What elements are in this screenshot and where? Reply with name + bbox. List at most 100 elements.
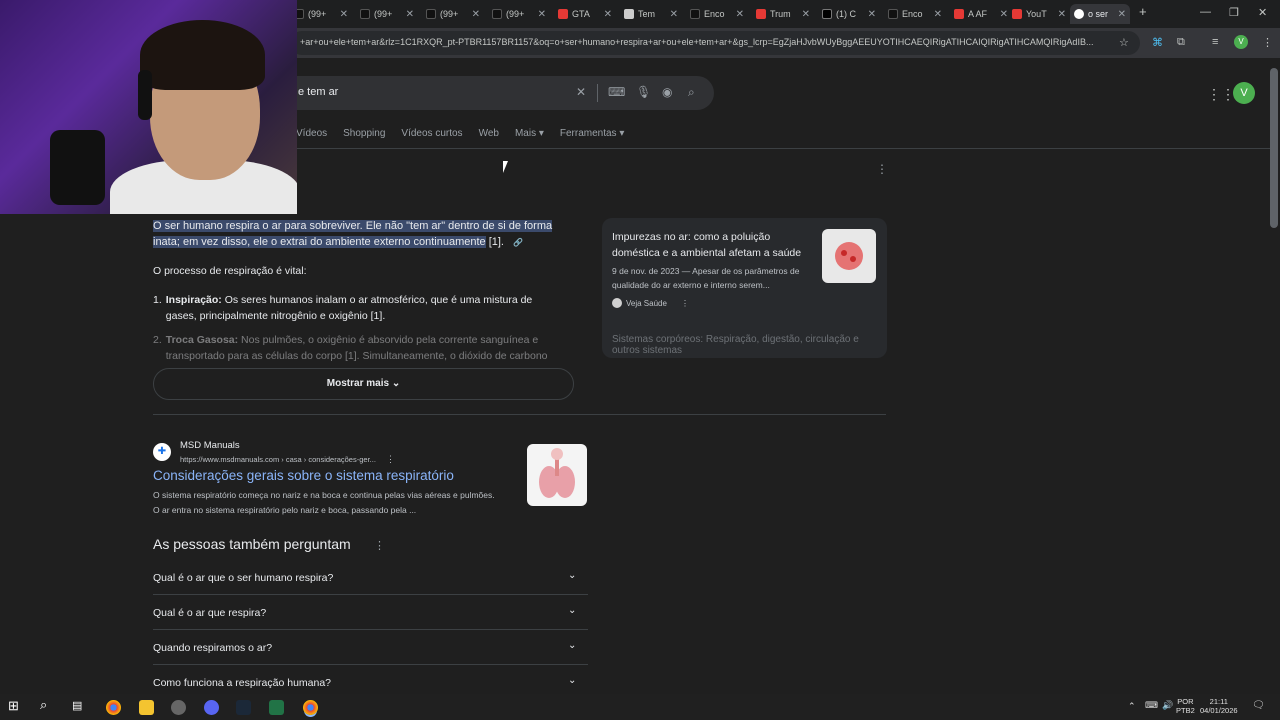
clock[interactable]: 21:11 04/01/2026 (1200, 697, 1238, 715)
menu-icon[interactable]: ⋮ (1262, 36, 1273, 49)
result-site-name: MSD Manuals (180, 440, 240, 451)
more-options-icon[interactable]: ⋮ (876, 162, 888, 176)
microphone-icon[interactable]: 🎙 (636, 85, 651, 99)
browser-tab[interactable]: (99+ ✕ (422, 4, 484, 24)
close-icon[interactable]: ✕ (934, 9, 942, 20)
close-icon[interactable]: ✕ (802, 9, 810, 20)
browser-tab[interactable]: Enco ✕ (884, 4, 946, 24)
scrollbar[interactable] (1270, 68, 1278, 228)
close-icon[interactable]: ✕ (1000, 9, 1008, 20)
next-source[interactable]: Sistemas corpóreos: Respiração, digestão… (612, 334, 887, 356)
tiktok-icon (888, 9, 898, 19)
youtube-icon (756, 9, 766, 19)
tab-tools[interactable]: Ferramentas ▾ (560, 128, 624, 139)
excel-icon[interactable] (269, 700, 284, 715)
close-icon[interactable]: ✕ (538, 9, 546, 20)
close-icon[interactable]: ✕ (406, 9, 414, 20)
tab-videos[interactable]: Vídeos (296, 128, 327, 139)
close-icon[interactable]: ✕ (340, 9, 348, 20)
browser-tab[interactable]: (99+ ✕ (488, 4, 550, 24)
close-icon[interactable]: ✕ (1118, 9, 1126, 20)
windows-start-icon[interactable]: ⊞ (8, 698, 23, 713)
more-options-icon[interactable]: ⋮ (374, 539, 385, 552)
paa-question[interactable]: Quando respiramos o ar? ⌄ (153, 630, 588, 665)
browser-tab[interactable]: Trum ✕ (752, 4, 814, 24)
close-icon[interactable]: ✕ (868, 9, 876, 20)
youtube-icon (1012, 9, 1022, 19)
link-icon[interactable]: 🔗 (513, 238, 523, 247)
steam-icon[interactable] (236, 700, 251, 715)
search-input[interactable]: e tem ar (298, 86, 338, 98)
task-view-icon[interactable]: ▤ (72, 699, 87, 714)
browser-tab[interactable]: (1) C ✕ (818, 4, 880, 24)
more-icon[interactable]: ⋮ (681, 299, 689, 308)
browser-tab[interactable]: GTA ✕ (554, 4, 616, 24)
browser-tab[interactable]: YouT ✕ (1008, 4, 1070, 24)
chrome-active-icon[interactable] (303, 700, 318, 715)
close-icon[interactable]: ✕ (736, 9, 744, 20)
close-window-button[interactable]: ✕ (1258, 6, 1267, 19)
paa-question[interactable]: Qual é o ar que respira? ⌄ (153, 595, 588, 630)
maximize-button[interactable]: ❐ (1229, 6, 1239, 19)
result-title-link[interactable]: Considerações gerais sobre o sistema res… (153, 468, 454, 483)
search-icon[interactable]: ⌕ (688, 85, 695, 100)
chevron-up-icon[interactable]: ⌃ (1128, 701, 1136, 712)
close-icon[interactable]: ✕ (670, 9, 678, 20)
browser-tab[interactable]: Enco ✕ (686, 4, 748, 24)
keyboard-icon[interactable]: ⌨ (608, 85, 625, 99)
list-item: 2. Troca Gasosa: Nos pulmões, o oxigênio… (153, 334, 548, 362)
puzzle-icon[interactable]: ⧉ (1177, 36, 1185, 49)
webcam-overlay (0, 0, 297, 214)
file-explorer-icon[interactable] (139, 700, 154, 715)
discord-icon[interactable] (204, 700, 219, 715)
network-icon[interactable]: ⌨ (1145, 700, 1158, 711)
language-indicator[interactable]: POR PTB2 (1176, 697, 1195, 715)
camera-icon[interactable]: ◉ (662, 85, 672, 99)
browser-tab[interactable]: (99+ ✕ (290, 4, 352, 24)
source-thumbnail (822, 229, 876, 283)
separator (597, 84, 598, 102)
new-tab-button[interactable]: + (1139, 4, 1147, 19)
list-item: 1. Inspiração: Os seres humanos inalam o… (153, 294, 533, 322)
source-title[interactable]: Impurezas no ar: como a poluição domésti… (612, 229, 812, 261)
x-icon (822, 9, 832, 19)
citation[interactable]: [1]. (486, 236, 504, 248)
volume-icon[interactable]: 🔊 (1162, 700, 1173, 711)
app-icon[interactable] (171, 700, 186, 715)
close-icon[interactable]: ✕ (472, 9, 480, 20)
media-icon[interactable]: ≡ (1212, 36, 1218, 48)
tab-shopping[interactable]: Shopping (343, 128, 385, 139)
close-icon[interactable]: ✕ (604, 9, 612, 20)
chevron-down-icon: ⌄ (568, 675, 577, 686)
tab-more[interactable]: Mais ▾ (515, 128, 544, 139)
chrome-icon[interactable] (106, 700, 121, 715)
apps-grid-icon[interactable]: ⋮⋮ (1207, 86, 1235, 103)
search-box[interactable]: e tem ar ✕ ⌨ 🎙 ◉ ⌕ (260, 76, 714, 110)
extension-translate-icon[interactable]: ⌘ (1152, 36, 1163, 49)
browser-tab-active[interactable]: o ser ✕ (1070, 4, 1130, 24)
windows-taskbar: ⊞ ⌕ ▤ ⌃ ⌨ 🔊 POR PTB2 21:11 04/01/2026 🗨 (0, 694, 1280, 720)
minimize-button[interactable]: — (1200, 6, 1211, 18)
profile-avatar-small[interactable]: V (1234, 35, 1248, 49)
paa-question[interactable]: Qual é o ar que o ser humano respira? ⌄ (153, 560, 588, 595)
search-nav-tabs: Vídeos Shopping Vídeos curtos Web Mais ▾… (296, 128, 624, 139)
source-card[interactable]: Impurezas no ar: como a poluição domésti… (602, 218, 887, 358)
profile-avatar[interactable]: V (1233, 82, 1255, 104)
tab-short-videos[interactable]: Vídeos curtos (401, 128, 462, 139)
star-icon[interactable]: ☆ (1119, 36, 1129, 49)
respiratory-diagram-image[interactable] (527, 444, 587, 506)
search-icon[interactable]: ⌕ (40, 697, 55, 712)
address-bar[interactable]: +ar+ou+ele+tem+ar&rlz=1C1RXQR_pt-PTBR115… (290, 31, 1140, 55)
close-icon[interactable]: ✕ (1058, 9, 1066, 20)
browser-tab[interactable]: (99+ ✕ (356, 4, 418, 24)
show-more-button[interactable]: Mostrar mais ⌄ (153, 368, 574, 400)
tab-web[interactable]: Web (479, 128, 499, 139)
result-url: https://www.msdmanuals.com › casa › cons… (180, 454, 396, 464)
streamer-hair (140, 20, 265, 90)
browser-tab[interactable]: Tem ✕ (620, 4, 682, 24)
more-icon[interactable]: ⋮ (386, 454, 395, 464)
browser-tab[interactable]: A AF ✕ (950, 4, 1012, 24)
clear-icon[interactable]: ✕ (576, 85, 586, 99)
notification-icon[interactable]: 🗨 (1252, 700, 1265, 711)
microphone-arm (50, 130, 105, 205)
